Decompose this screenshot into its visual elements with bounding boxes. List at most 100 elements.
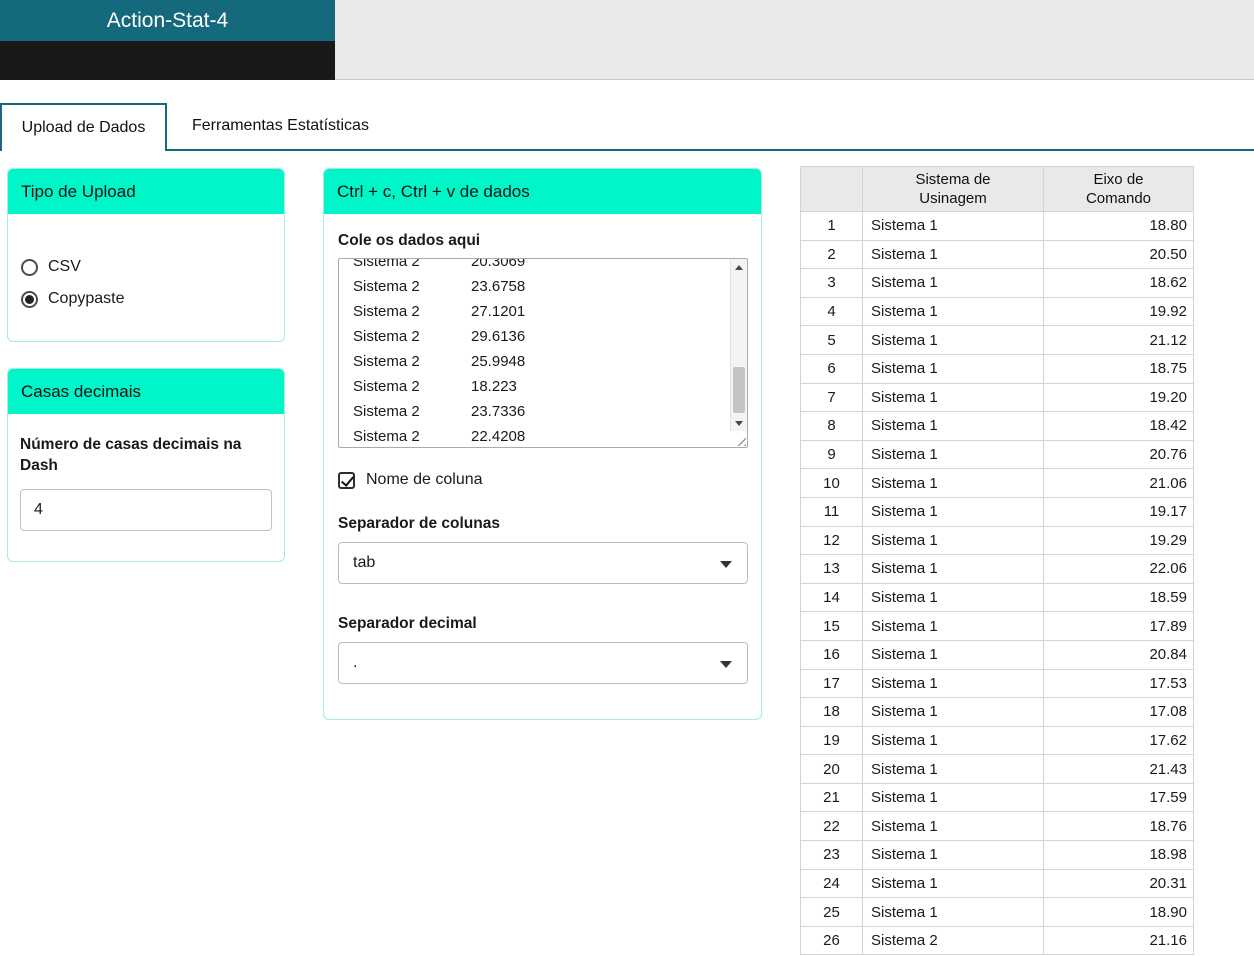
- table-cell[interactable]: 24: [800, 868, 863, 899]
- table-cell[interactable]: 20.31: [1043, 868, 1194, 899]
- table-cell[interactable]: 17.89: [1043, 611, 1194, 641]
- table-cell[interactable]: 18.75: [1043, 353, 1194, 384]
- table-cell[interactable]: Sistema 1: [862, 525, 1044, 556]
- table-row: 24 Sistema 1 20.31: [800, 868, 1194, 899]
- table-cell[interactable]: 7: [800, 382, 863, 413]
- table-cell[interactable]: 18.42: [1043, 411, 1194, 441]
- table-cell[interactable]: 1: [800, 211, 863, 241]
- table-cell[interactable]: 22.06: [1043, 554, 1194, 584]
- table-cell[interactable]: Sistema 1: [862, 554, 1044, 584]
- scrollbar-thumb[interactable]: [733, 367, 745, 413]
- table-cell[interactable]: Sistema 1: [862, 296, 1044, 327]
- table-cell[interactable]: 2: [800, 239, 863, 270]
- table-cell[interactable]: 19.20: [1043, 382, 1194, 413]
- table-cell[interactable]: Sistema 1: [862, 811, 1044, 842]
- textarea-scrollbar[interactable]: [730, 259, 747, 431]
- table-cell[interactable]: Sistema 1: [862, 868, 1044, 899]
- column-separator-dropdown[interactable]: tab: [338, 542, 748, 584]
- table-cell[interactable]: Sistema 1: [862, 496, 1044, 527]
- table-cell[interactable]: Sistema 2: [862, 925, 1044, 956]
- table-cell[interactable]: 15: [800, 611, 863, 641]
- radio-button-icon[interactable]: [21, 290, 38, 308]
- table-cell[interactable]: 21.06: [1043, 468, 1194, 498]
- table-cell[interactable]: 8: [800, 411, 863, 441]
- table-cell[interactable]: Sistema 1: [862, 239, 1044, 270]
- table-cell[interactable]: 12: [800, 525, 863, 556]
- scroll-down-icon[interactable]: [731, 415, 747, 431]
- table-cell[interactable]: 17.62: [1043, 725, 1194, 756]
- table-cell[interactable]: 19.29: [1043, 525, 1194, 556]
- column-name-option[interactable]: Nome de coluna: [338, 470, 483, 490]
- table-cell[interactable]: Sistema 1: [862, 697, 1044, 727]
- table-header-row: Sistema de Usinagem Eixo de Comando: [800, 166, 1194, 212]
- table-cell[interactable]: 21.12: [1043, 325, 1194, 355]
- table-cell[interactable]: Sistema 1: [862, 211, 1044, 241]
- table-cell[interactable]: 18.76: [1043, 811, 1194, 842]
- table-cell[interactable]: 17.59: [1043, 782, 1194, 813]
- table-cell[interactable]: 4: [800, 296, 863, 327]
- table-cell[interactable]: 16: [800, 639, 863, 670]
- tab-ferramentas-estatisticas[interactable]: Ferramentas Estatísticas: [167, 103, 394, 149]
- table-cell[interactable]: 20: [800, 754, 863, 784]
- table-cell[interactable]: 22: [800, 811, 863, 842]
- table-cell[interactable]: Sistema 1: [862, 439, 1044, 470]
- table-cell[interactable]: 11: [800, 496, 863, 527]
- table-cell[interactable]: Sistema 1: [862, 268, 1044, 298]
- table-cell[interactable]: Sistema 1: [862, 897, 1044, 927]
- table-cell[interactable]: 18.90: [1043, 897, 1194, 927]
- table-cell[interactable]: 20.50: [1043, 239, 1194, 270]
- table-cell[interactable]: Sistema 1: [862, 411, 1044, 441]
- textarea-line: Sistema 2 18.223: [353, 378, 517, 395]
- table-cell[interactable]: Sistema 1: [862, 639, 1044, 670]
- table-cell[interactable]: Sistema 1: [862, 325, 1044, 355]
- table-cell[interactable]: Sistema 1: [862, 840, 1044, 870]
- decimal-places-input[interactable]: 4: [20, 489, 272, 531]
- table-cell[interactable]: 17.08: [1043, 697, 1194, 727]
- table-cell[interactable]: Sistema 1: [862, 782, 1044, 813]
- table-cell[interactable]: 23: [800, 840, 863, 870]
- table-cell[interactable]: 21: [800, 782, 863, 813]
- table-cell[interactable]: Sistema 1: [862, 754, 1044, 784]
- textarea-line: Sistema 2 23.6758: [353, 278, 526, 295]
- table-cell[interactable]: 18.59: [1043, 582, 1194, 613]
- table-cell[interactable]: 17: [800, 668, 863, 699]
- table-cell[interactable]: 9: [800, 439, 863, 470]
- table-cell[interactable]: 18.98: [1043, 840, 1194, 870]
- tab-upload-de-dados[interactable]: Upload de Dados: [0, 103, 167, 151]
- table-cell[interactable]: 20.84: [1043, 639, 1194, 670]
- table-cell[interactable]: 13: [800, 554, 863, 584]
- table-cell[interactable]: Sistema 1: [862, 725, 1044, 756]
- table-cell[interactable]: 5: [800, 325, 863, 355]
- table-cell[interactable]: 18.62: [1043, 268, 1194, 298]
- checkbox-icon[interactable]: [338, 471, 355, 489]
- table-cell[interactable]: 18: [800, 697, 863, 727]
- table-cell[interactable]: 19.92: [1043, 296, 1194, 327]
- table-cell[interactable]: 26: [800, 925, 863, 956]
- table-row: 12 Sistema 1 19.29: [800, 525, 1194, 556]
- table-cell[interactable]: 6: [800, 353, 863, 384]
- table-cell[interactable]: 25: [800, 897, 863, 927]
- scroll-up-icon[interactable]: [731, 259, 747, 275]
- paste-textarea[interactable]: Sistema 2 20.3069 Sistema 2 23.6758 Sistema …: [338, 258, 748, 448]
- table-cell[interactable]: 3: [800, 268, 863, 298]
- resize-handle-icon[interactable]: [733, 433, 746, 446]
- table-cell[interactable]: 10: [800, 468, 863, 498]
- table-cell[interactable]: 20.76: [1043, 439, 1194, 470]
- table-cell[interactable]: 21.16: [1043, 925, 1194, 956]
- radio-button-icon[interactable]: [21, 258, 38, 276]
- table-cell[interactable]: Sistema 1: [862, 668, 1044, 699]
- table-cell[interactable]: Sistema 1: [862, 382, 1044, 413]
- table-cell[interactable]: 18.80: [1043, 211, 1194, 241]
- table-cell[interactable]: Sistema 1: [862, 353, 1044, 384]
- table-cell[interactable]: Sistema 1: [862, 611, 1044, 641]
- table-cell[interactable]: 14: [800, 582, 863, 613]
- table-cell[interactable]: 19: [800, 725, 863, 756]
- table-cell[interactable]: Sistema 1: [862, 468, 1044, 498]
- decimal-separator-dropdown[interactable]: .: [338, 642, 748, 684]
- table-cell[interactable]: 21.43: [1043, 754, 1194, 784]
- table-cell[interactable]: 19.17: [1043, 496, 1194, 527]
- radio-option-csv[interactable]: CSV: [21, 258, 284, 276]
- radio-option-copypaste[interactable]: Copypaste: [21, 290, 284, 308]
- table-cell[interactable]: Sistema 1: [862, 582, 1044, 613]
- table-cell[interactable]: 17.53: [1043, 668, 1194, 699]
